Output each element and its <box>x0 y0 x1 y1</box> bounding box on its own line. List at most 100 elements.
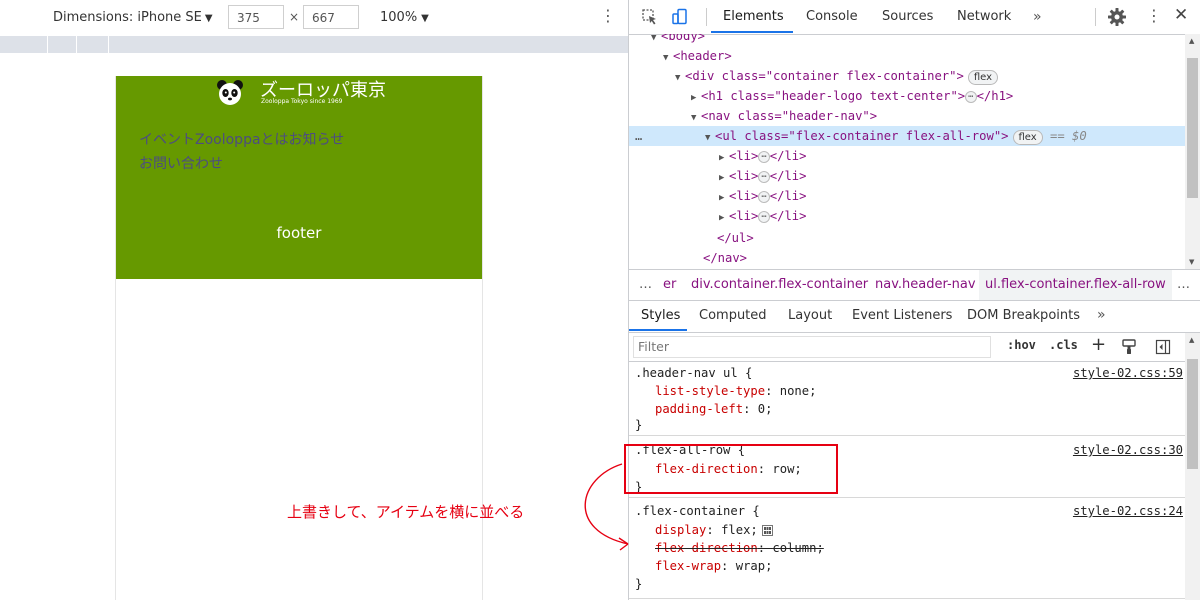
tab-console[interactable]: Console <box>806 0 858 33</box>
cls-toggle-button[interactable]: .cls <box>1049 338 1078 352</box>
dom-node-body[interactable]: ▼ <body> <box>629 34 1185 46</box>
hov-toggle-button[interactable]: :hov <box>1007 338 1036 352</box>
annotation-highlight-box <box>624 444 838 494</box>
dom-node-h1[interactable]: ▶ <h1 class="header-logo text-center"> ⋯ </… <box>629 86 1185 106</box>
style-declaration[interactable]: flex-wrap: wrap; <box>655 557 772 575</box>
device-toggle-icon[interactable] <box>671 8 689 26</box>
header-nav-list: イベント Zooloppaとは お知らせ お問い合わせ <box>139 132 389 180</box>
paint-brush-icon[interactable] <box>1121 339 1137 355</box>
flexbox-editor-icon[interactable] <box>761 525 773 536</box>
collapsed-content-icon[interactable]: ⋯ <box>758 170 770 183</box>
inspect-element-icon[interactable] <box>641 8 659 26</box>
more-tabs-button[interactable]: » <box>1097 300 1106 331</box>
style-declaration[interactable]: display: flex; <box>655 521 773 539</box>
nav-item-about[interactable]: Zooloppaとは <box>195 132 289 156</box>
style-declaration[interactable]: padding-left: 0; <box>655 400 772 418</box>
devtools-panel: Elements Console Sources Network » ⋮ ✕ ▼… <box>628 0 1200 600</box>
collapsed-content-icon[interactable]: ⋯ <box>758 150 770 163</box>
rule-source-link[interactable]: style-02.css:24 <box>1073 502 1183 520</box>
dom-node-li[interactable]: ▶ <li> ⋯ </li> <box>629 146 1185 166</box>
rule-source-link[interactable]: style-02.css:59 <box>1073 364 1183 382</box>
media-query-ruler[interactable] <box>0 36 628 53</box>
expanded-triangle-icon: ▼ <box>705 133 711 143</box>
dom-node-ul-selected[interactable]: … ▼ <ul class="flex-container flex-all-ro… <box>629 126 1185 146</box>
zoom-select[interactable]: 100% ▼ <box>380 10 429 25</box>
expanded-triangle-icon: ▼ <box>691 113 697 123</box>
flex-badge[interactable]: flex <box>1012 130 1043 145</box>
tab-network[interactable]: Network <box>957 0 1011 33</box>
rule-source-link[interactable]: style-02.css:30 <box>1073 441 1183 459</box>
styles-scrollbar[interactable]: ▲ <box>1185 333 1200 600</box>
dom-node-header[interactable]: ▼ <header> <box>629 46 1185 66</box>
scrollbar-thumb[interactable] <box>1187 359 1198 469</box>
collapsed-content-icon[interactable]: ⋯ <box>758 190 770 203</box>
device-height-input[interactable]: 667 <box>303 5 359 29</box>
nav-item-event[interactable]: イベント <box>139 132 195 156</box>
new-style-rule-button[interactable]: + <box>1091 334 1106 355</box>
breadcrumb-item-ul[interactable]: ul.flex-container.flex-all-row <box>979 270 1172 300</box>
collapsed-content-icon[interactable]: ⋯ <box>965 90 977 103</box>
rule-close-brace: } <box>635 577 643 591</box>
toggle-sidebar-icon[interactable] <box>1155 339 1171 355</box>
scrollbar-thumb[interactable] <box>1187 58 1198 198</box>
collapsed-triangle-icon: ▶ <box>719 213 725 223</box>
tab-computed[interactable]: Computed <box>699 300 767 331</box>
style-rule-header-nav-ul[interactable]: .header-nav ul { style-02.css:59 list-st… <box>629 361 1185 436</box>
dom-tree: ▼ <body> ▼ <header> ▼ <div class="container… <box>629 34 1185 269</box>
rule-selector[interactable]: .flex-container { <box>635 502 760 520</box>
active-tab-indicator <box>711 31 793 33</box>
dom-node-nav[interactable]: ▼ <nav class="header-nav"> <box>629 106 1185 126</box>
nav-item-contact[interactable]: お問い合わせ <box>139 156 223 180</box>
dom-tree-scrollbar[interactable]: ▲ ▼ <box>1185 34 1200 269</box>
annotation-text: 上書きして、アイテムを横に並べる <box>287 503 525 521</box>
tab-event-listeners[interactable]: Event Listeners <box>852 300 952 331</box>
tab-elements[interactable]: Elements <box>723 0 784 33</box>
scroll-up-icon[interactable]: ▲ <box>1189 37 1194 45</box>
more-tabs-button[interactable]: » <box>1033 0 1042 33</box>
breadcrumb-item-div[interactable]: div.container.flex-container <box>691 270 868 300</box>
overridden-style-declaration[interactable]: flex-direction: column; <box>655 539 824 557</box>
site-footer-text: footer <box>276 224 322 242</box>
tab-layout[interactable]: Layout <box>788 300 832 331</box>
scroll-up-icon[interactable]: ▲ <box>1189 336 1194 344</box>
dom-node-ul-close[interactable]: </ul> <box>629 228 1185 248</box>
node-actions-icon[interactable]: … <box>635 126 642 146</box>
customize-devtools-icon[interactable]: ⋮ <box>1146 8 1162 24</box>
dom-node-li[interactable]: ▶ <li> ⋯ </li> <box>629 186 1185 206</box>
styles-tabbar: Styles Computed Layout Event Listeners D… <box>629 300 1200 333</box>
styles-filter-input[interactable]: Filter <box>633 336 991 358</box>
device-dimensions-label: Dimensions: iPhone SE <box>53 10 202 25</box>
breadcrumb-scroll-left[interactable]: … <box>639 270 652 300</box>
breadcrumb-item-header[interactable]: er <box>663 270 676 300</box>
devtools-tabbar: Elements Console Sources Network » ⋮ ✕ <box>629 0 1200 35</box>
collapsed-content-icon[interactable]: ⋯ <box>758 210 770 223</box>
more-options-icon[interactable]: ⋮ <box>600 8 616 24</box>
scroll-down-icon[interactable]: ▼ <box>1189 258 1194 266</box>
tab-dom-breakpoints[interactable]: DOM Breakpoints <box>967 300 1080 331</box>
collapsed-triangle-icon: ▶ <box>719 173 725 183</box>
dom-node-div-container[interactable]: ▼ <div class="container flex-container"> f… <box>629 66 1185 86</box>
dom-node-nav-close[interactable]: </nav> <box>629 248 1185 268</box>
style-rule-flex-container[interactable]: .flex-container { style-02.css:24 displa… <box>629 498 1185 599</box>
flex-badge[interactable]: flex <box>967 70 999 85</box>
caret-down-icon: ▼ <box>421 13 429 24</box>
device-dimensions-select[interactable]: Dimensions: iPhone SE ▼ <box>53 10 213 25</box>
style-declaration[interactable]: list-style-type: none; <box>655 382 816 400</box>
rule-close-brace: } <box>635 418 643 432</box>
dom-node-li[interactable]: ▶ <li> ⋯ </li> <box>629 206 1185 226</box>
dom-node-li[interactable]: ▶ <li> ⋯ </li> <box>629 166 1185 186</box>
ruler-tick <box>76 36 77 53</box>
breadcrumb-scroll-right[interactable]: … <box>1177 270 1190 300</box>
collapsed-triangle-icon: ▶ <box>691 93 697 103</box>
active-tab-indicator <box>629 329 687 331</box>
site-header: ズーロッパ東京 Zooloppa Tokyo since 1969 イベント Z… <box>116 76 482 279</box>
gear-icon[interactable] <box>1107 7 1127 27</box>
rule-selector[interactable]: .header-nav ul { <box>635 364 752 382</box>
tab-sources[interactable]: Sources <box>882 0 933 33</box>
close-icon[interactable]: ✕ <box>1174 6 1188 24</box>
nav-item-news[interactable]: お知らせ <box>289 132 345 156</box>
device-width-input[interactable]: 375 <box>228 5 284 29</box>
breadcrumb-item-nav[interactable]: nav.header-nav <box>875 270 976 300</box>
tab-styles[interactable]: Styles <box>641 300 680 331</box>
site-logo-subtitle: Zooloppa Tokyo since 1969 <box>261 98 343 105</box>
